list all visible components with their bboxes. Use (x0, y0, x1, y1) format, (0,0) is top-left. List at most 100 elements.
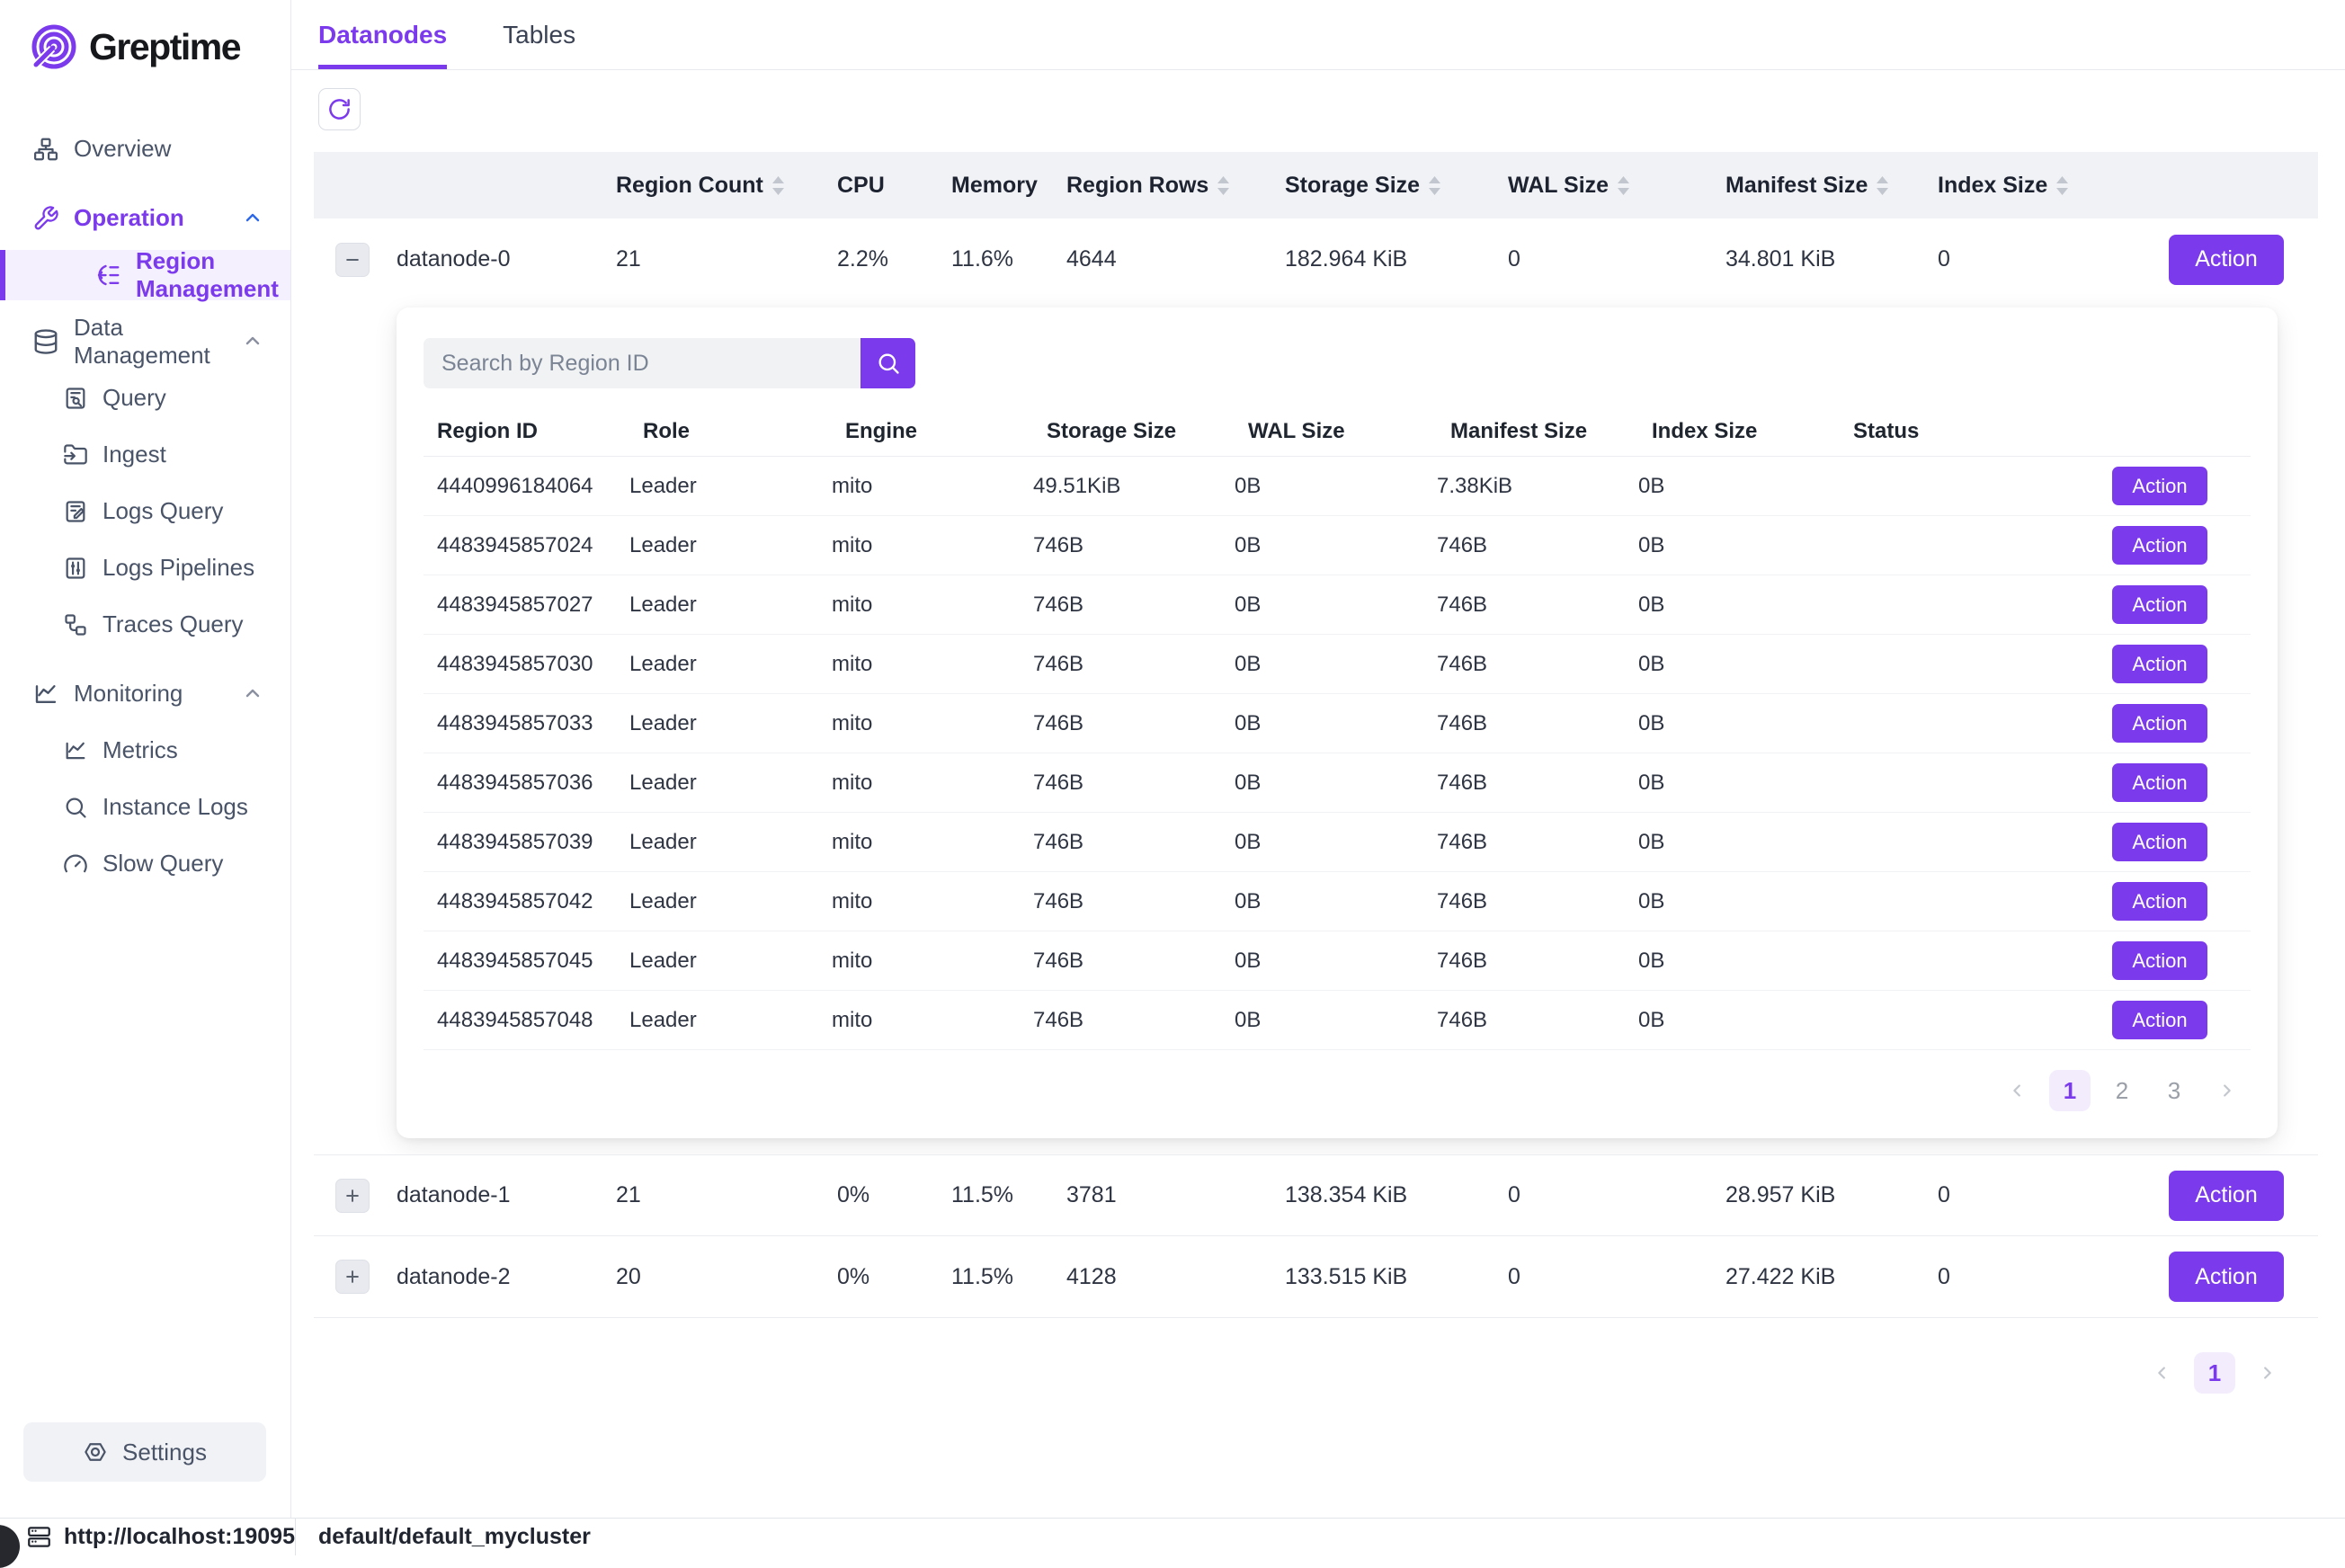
column-header[interactable]: Storage Size (1285, 173, 1508, 199)
sidebar-item-traces-query[interactable]: Traces Query (0, 596, 290, 653)
main-area: Datanodes Tables Region Count (291, 0, 2345, 1518)
region-row: 4440996184064 Leader mito 49.51KiB 0B 7.… (424, 457, 2251, 516)
column-header[interactable]: CPU (837, 173, 951, 199)
memory-value: 11.5% (951, 1264, 1066, 1290)
sidebar: Greptime Overview Operation (0, 0, 291, 1518)
column-header-label: WAL Size (1508, 173, 1609, 199)
sidebar-section-label: Operation (74, 204, 184, 232)
brand-logo[interactable]: Greptime (0, 0, 290, 70)
sidebar-item-label: Region Management (136, 247, 290, 303)
region-action-button[interactable]: Action (2112, 526, 2207, 565)
region-action-button[interactable]: Action (2112, 823, 2207, 861)
region-index-size: 0B (1638, 474, 1840, 499)
region-rows-value: 4644 (1066, 246, 1285, 272)
region-column-header: Index Size (1638, 419, 1840, 444)
collapse-row-button[interactable] (335, 243, 370, 277)
column-header[interactable]: Manifest Size (1725, 173, 1938, 199)
sidebar-item-metrics[interactable]: Metrics (0, 722, 290, 779)
page-number-button[interactable]: 3 (2153, 1070, 2195, 1111)
region-index-size: 0B (1638, 711, 1840, 736)
sort-icon[interactable] (2055, 175, 2069, 196)
column-header[interactable]: WAL Size (1508, 173, 1725, 199)
page-number-button[interactable]: 1 (2049, 1070, 2091, 1111)
settings-label: Settings (122, 1439, 207, 1466)
region-manifest-size: 7.38KiB (1437, 474, 1638, 499)
column-header[interactable]: Region Rows (1066, 173, 1285, 199)
page-number-button[interactable]: 1 (2194, 1352, 2235, 1394)
region-action-button[interactable]: Action (2112, 763, 2207, 802)
sidebar-item-label: Traces Query (103, 610, 244, 638)
sidebar-section-operation[interactable]: Operation (0, 190, 290, 246)
datanodes-table-header: Region Count CPU (314, 152, 2318, 218)
sort-icon[interactable] (1428, 175, 1441, 196)
manifest-size-value: 34.801 KiB (1725, 246, 1938, 272)
cluster-name[interactable]: default/default_mycluster (318, 1524, 591, 1550)
sidebar-item-overview[interactable]: Overview (0, 120, 290, 177)
region-engine: mito (832, 652, 1033, 677)
chevron-up-icon (242, 331, 263, 352)
sort-icon[interactable] (771, 175, 785, 196)
column-header[interactable]: Memory (951, 173, 1066, 199)
page-number-button[interactable]: 2 (2101, 1070, 2143, 1111)
next-page-button[interactable] (2246, 1352, 2287, 1394)
region-action-button[interactable]: Action (2112, 941, 2207, 980)
datanode-row: datanode-2 20 0% 11.5% 4128 133.515 KiB … (314, 1236, 2318, 1318)
prev-page-button[interactable] (2142, 1352, 2183, 1394)
prev-page-button[interactable] (1997, 1070, 2038, 1111)
region-action-button[interactable]: Action (2112, 645, 2207, 683)
expand-row-button[interactable] (335, 1179, 370, 1213)
region-search-button[interactable] (860, 338, 915, 388)
greptime-logo-icon (31, 23, 77, 70)
column-header[interactable]: Region Count (616, 173, 837, 199)
column-header[interactable]: Index Size (1938, 173, 2148, 199)
region-action-button[interactable]: Action (2112, 704, 2207, 743)
region-search-input[interactable] (424, 338, 860, 388)
expand-row-button[interactable] (335, 1260, 370, 1294)
datanode-action-button[interactable]: Action (2169, 1252, 2284, 1302)
sidebar-nav: Overview Operation Region Management (0, 120, 290, 892)
region-column-header: Storage Size (1033, 419, 1235, 444)
tab-tables[interactable]: Tables (503, 0, 575, 69)
refresh-button[interactable] (318, 88, 361, 130)
settings-button[interactable]: Settings (23, 1422, 266, 1482)
sidebar-item-slow-query[interactable]: Slow Query (0, 835, 290, 892)
region-manifest-size: 746B (1437, 1008, 1638, 1033)
wal-size-value: 0 (1508, 1264, 1725, 1290)
region-action-button[interactable]: Action (2112, 585, 2207, 624)
sidebar-item-ingest[interactable]: Ingest (0, 426, 290, 483)
region-action-button[interactable]: Action (2112, 1001, 2207, 1039)
sort-icon[interactable] (1217, 175, 1230, 196)
region-rows-value: 4128 (1066, 1264, 1285, 1290)
tab-datanodes[interactable]: Datanodes (318, 0, 447, 69)
region-engine: mito (832, 711, 1033, 736)
workflow-icon (63, 612, 88, 637)
region-row: 4483945857033 Leader mito 746B 0B 746B 0… (424, 694, 2251, 753)
sidebar-item-query[interactable]: Query (0, 370, 290, 426)
region-action-button[interactable]: Action (2112, 882, 2207, 921)
region-id: 4483945857033 (424, 711, 629, 736)
sidebar-item-logs-query[interactable]: Logs Query (0, 483, 290, 539)
region-engine: mito (832, 830, 1033, 855)
region-storage-size: 746B (1033, 711, 1235, 736)
sidebar-section-monitoring[interactable]: Monitoring (0, 665, 290, 722)
sidebar-item-instance-logs[interactable]: Instance Logs (0, 779, 290, 835)
server-url-selector[interactable]: http://localhost:19095 (0, 1519, 296, 1555)
datanode-action-button[interactable]: Action (2169, 1171, 2284, 1221)
cpu-value: 2.2% (837, 246, 951, 272)
server-url: http://localhost:19095 (64, 1524, 295, 1550)
sidebar-item-logs-pipelines[interactable]: Logs Pipelines (0, 539, 290, 596)
sidebar-item-region-management[interactable]: Region Management (0, 250, 290, 300)
index-size-value: 0 (1938, 246, 2148, 272)
sort-icon[interactable] (1876, 175, 1889, 196)
next-page-button[interactable] (2206, 1070, 2247, 1111)
sort-icon[interactable] (1617, 175, 1630, 196)
region-storage-size: 746B (1033, 771, 1235, 796)
datanodes-table: Region Count CPU (314, 152, 2318, 1318)
region-action-button[interactable]: Action (2112, 467, 2207, 505)
region-engine: mito (832, 533, 1033, 558)
sidebar-section-data-management[interactable]: Data Management (0, 313, 290, 370)
datanode-action-button[interactable]: Action (2169, 235, 2284, 285)
storage-size-value: 182.964 KiB (1285, 246, 1508, 272)
region-manifest-size: 746B (1437, 949, 1638, 974)
server-icon (27, 1525, 51, 1549)
